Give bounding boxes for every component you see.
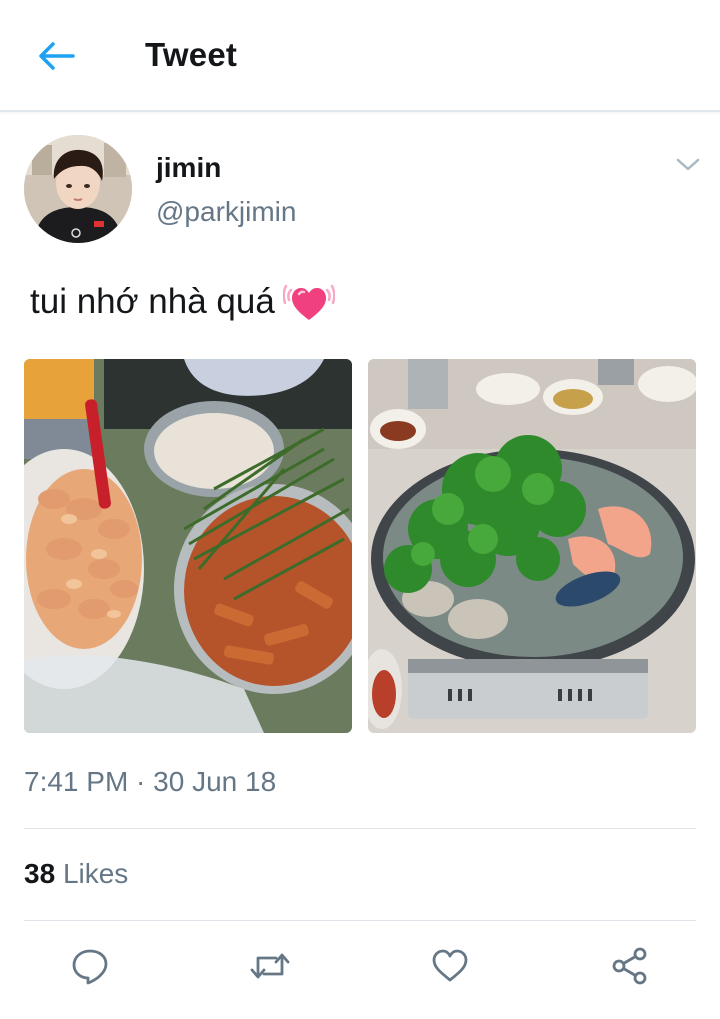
street-food-photo: [24, 359, 352, 733]
arrow-left-icon: [39, 42, 75, 70]
like-button[interactable]: [428, 944, 472, 988]
page-title: Tweet: [145, 36, 238, 73]
retweet-button[interactable]: [248, 944, 292, 988]
comment-icon: [72, 949, 108, 985]
divider: [24, 828, 696, 829]
tweet-text: tui nhớ nhà quá: [30, 276, 335, 328]
back-button[interactable]: [36, 38, 76, 74]
tweet-timestamp[interactable]: 7:41 PM · 30 Jun 18: [24, 766, 276, 798]
likes-stat[interactable]: 38 Likes: [24, 858, 128, 890]
divider: [24, 920, 696, 921]
tweet-menu-button[interactable]: [674, 152, 702, 176]
tweet-photo-2[interactable]: [368, 359, 696, 733]
chevron-down-icon: [676, 158, 700, 171]
seafood-hotpot-photo: [368, 359, 696, 733]
likes-count: 38: [24, 858, 56, 889]
share-button[interactable]: [608, 944, 652, 988]
beating-heart-emoji-icon: [282, 284, 335, 320]
top-app-bar: Tweet: [0, 0, 720, 112]
heart-icon: [432, 949, 468, 982]
retweet-icon: [250, 953, 290, 979]
avatar-image: [24, 135, 132, 243]
tweet-photo-1[interactable]: [24, 359, 352, 733]
tweet-text-content: tui nhớ nhà quá: [30, 282, 275, 321]
user-handle[interactable]: @parkjimin: [156, 196, 296, 228]
share-icon: [612, 947, 647, 985]
avatar[interactable]: [24, 135, 132, 243]
display-name[interactable]: jimin: [156, 152, 221, 184]
likes-label: Likes: [62, 858, 129, 889]
reply-button[interactable]: [68, 944, 112, 988]
